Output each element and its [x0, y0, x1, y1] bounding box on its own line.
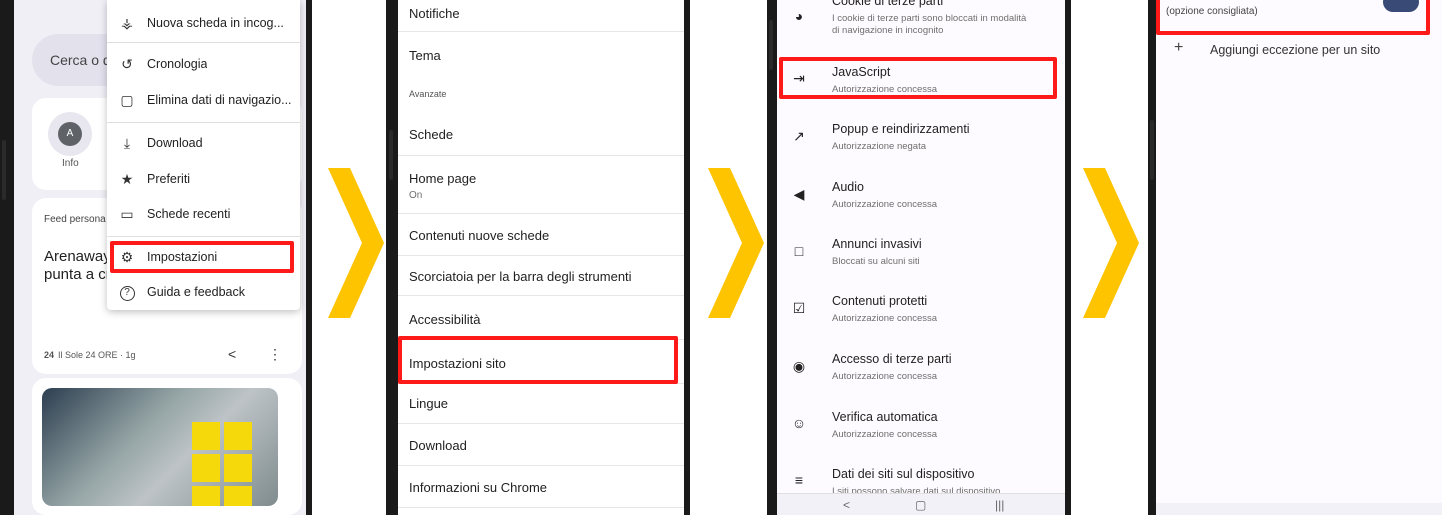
phone-screenshot-1: Cerca o di A Info Feed persona Arenaway … — [0, 0, 312, 515]
add-icon[interactable]: + — [1174, 39, 1183, 57]
help-icon: ? — [107, 284, 147, 301]
article-source-text: Il Sole 24 ORE · 1g — [58, 350, 136, 360]
chrome-settings-screen: Notifiche Tema Avanzate Schede Home page… — [398, 0, 684, 515]
chrome-new-tab-screen: Cerca o di A Info Feed persona Arenaway … — [14, 0, 306, 515]
android-nav-bar — [1156, 503, 1442, 515]
settings-item-downloads[interactable]: Download — [398, 424, 684, 466]
javascript-toggle[interactable] — [1383, 0, 1419, 12]
database-icon: ≡ — [794, 472, 804, 488]
devices-icon: ▭ — [120, 205, 134, 222]
menu-item-bookmarks[interactable]: ★ Preferiti — [107, 162, 300, 196]
protected-content-icon: ☑ — [792, 300, 806, 316]
menu-item-download[interactable]: ⤓ Download — [107, 126, 300, 160]
share-icon[interactable]: < — [228, 346, 236, 362]
avatar: A — [58, 122, 82, 146]
section-header-advanced: Avanzate — [409, 89, 447, 99]
settings-item-notifications[interactable]: Notifiche — [398, 0, 684, 32]
android-nav-bar: < ▢ ||| — [777, 493, 1065, 515]
source-logo-icon: 24 — [44, 350, 55, 360]
add-site-exception-button[interactable]: Aggiungi eccezione per un sito — [1210, 43, 1380, 57]
phone-side-button — [2, 140, 6, 200]
chevron-right-icon — [708, 168, 764, 318]
article-photo — [42, 388, 278, 506]
phone-screenshot-3: ◕ Cookie di terze parti I cookie di terz… — [767, 0, 1071, 515]
star-icon: ★ — [120, 170, 134, 187]
recommended-option-text: (opzione consigliata) — [1166, 6, 1258, 17]
menu-item-recent-tabs[interactable]: ▭ Schede recenti — [107, 197, 300, 231]
third-party-signin-icon: ◉ — [792, 358, 806, 374]
site-settings-screen: ◕ Cookie di terze parti I cookie di terz… — [777, 0, 1065, 515]
menu-item-incognito[interactable]: ⚶ Nuova scheda in incog... — [107, 6, 300, 40]
phone-side-button — [1150, 120, 1154, 180]
incognito-icon: ⚶ — [121, 14, 133, 31]
search-placeholder: Cerca o di — [50, 52, 114, 68]
menu-item-history[interactable]: ↺ Cronologia — [107, 47, 300, 81]
chevron-right-icon — [1083, 168, 1139, 318]
phone-screenshot-2: Notifiche Tema Avanzate Schede Home page… — [386, 0, 690, 515]
javascript-icon: ⇥ — [793, 70, 805, 86]
trash-icon: ▢ — [120, 91, 134, 108]
settings-item-theme[interactable]: Tema — [398, 32, 684, 76]
recents-icon[interactable]: ||| — [995, 498, 1004, 512]
article-image-card[interactable] — [32, 378, 302, 515]
phone-side-button — [769, 20, 773, 70]
settings-item-homepage[interactable]: Home page On — [398, 156, 684, 214]
feed-label: Feed persona — [44, 214, 106, 225]
gear-icon: ⚙ — [120, 248, 134, 265]
javascript-settings-screen: (opzione consigliata) + Aggiungi eccezio… — [1156, 0, 1442, 515]
more-vert-icon[interactable]: ⋮ — [268, 346, 282, 363]
shortcut-label: Info — [62, 158, 79, 169]
home-icon[interactable]: ▢ — [915, 498, 926, 512]
chevron-right-icon — [328, 168, 384, 318]
ads-icon: □ — [794, 243, 804, 259]
settings-item-site-settings[interactable]: Impostazioni sito — [398, 340, 684, 384]
cookie-icon: ◕ — [794, 8, 804, 24]
download-icon: ⤓ — [123, 134, 131, 151]
overflow-menu: ⚶ Nuova scheda in incog... ↺ Cronologia … — [107, 0, 300, 310]
menu-item-help[interactable]: ? Guida e feedback — [107, 275, 300, 309]
audio-icon: ◀ — [793, 186, 805, 202]
popup-icon: ↗ — [793, 128, 805, 144]
settings-item-about-chrome[interactable]: Informazioni su Chrome — [398, 466, 684, 508]
phone-screenshot-4: (opzione consigliata) + Aggiungi eccezio… — [1148, 0, 1442, 515]
back-icon[interactable]: < — [843, 498, 850, 512]
settings-item-toolbar-shortcut[interactable]: Scorciatoia per la barra degli strumenti — [398, 256, 684, 296]
menu-item-settings[interactable]: ⚙ Impostazioni — [107, 240, 300, 274]
article-source: 24 Il Sole 24 ORE · 1g — [44, 350, 136, 360]
menu-item-clear-data[interactable]: ▢ Elimina dati di navigazio... — [107, 83, 300, 117]
settings-item-new-tab-content[interactable]: Contenuti nuove schede — [398, 214, 684, 256]
settings-item-tabs[interactable]: Schede — [398, 110, 684, 156]
phone-side-button — [389, 130, 393, 180]
history-icon: ↺ — [121, 55, 133, 72]
settings-item-accessibility[interactable]: Accessibilità — [398, 296, 684, 340]
settings-item-languages[interactable]: Lingue — [398, 384, 684, 424]
auto-verify-icon: ☺ — [791, 415, 807, 431]
